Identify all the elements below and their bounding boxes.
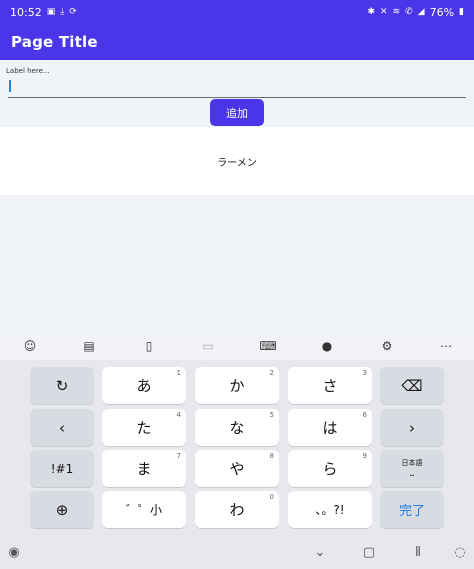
space-icon: ⎵ [410,467,414,478]
key-label: あ [136,377,152,395]
key-hint: 6 [362,411,367,419]
wifi-icon: ≋ [392,6,401,17]
status-left: 10:52 ▣ ⤓ ⟳ [10,6,77,19]
key-label: ゛゜小 [125,503,162,517]
keyboard-layout-icon[interactable]: ⌨ [258,336,278,356]
mute-icon: ✕ [380,6,388,17]
key-label: た [136,419,152,437]
globe-icon: ⊕ [55,500,69,519]
cursor-left-key[interactable]: ‹ [30,409,94,446]
key-a[interactable]: あ1 [102,367,186,404]
list-item[interactable]: ラーメン [0,127,474,195]
key-label: な [229,419,245,437]
undo-key[interactable]: ↻ [30,367,94,404]
cursor-right-key[interactable]: › [380,409,444,446]
download-icon: ⤓ [60,6,65,17]
status-time: 10:52 [10,5,42,19]
keyboard-switch-icon[interactable]: ◉ [5,543,23,561]
key-hint: 5 [269,411,274,419]
input-area: Label here... 追加 [0,60,474,127]
key-hint: 7 [176,452,181,460]
globe-key[interactable]: ⊕ [30,491,94,528]
hide-keyboard-icon[interactable]: ⌄ [311,543,329,561]
cursor-left-icon: ‹ [59,418,65,437]
backspace-key[interactable]: ⌫ [380,367,444,404]
sticker-icon[interactable]: ▤ [79,336,99,356]
keyboard-toolbar: ☺ ▤ ▯ ▭ ⌨ ● ⚙ ⋯ [0,332,474,360]
more-icon[interactable]: ⋯ [436,336,456,356]
key-hint: 0 [269,493,274,501]
done-key[interactable]: 完了 [380,491,444,528]
key-na[interactable]: な5 [195,409,279,446]
text-input[interactable] [8,78,466,98]
app-bar: Page Title [0,24,474,60]
key-hint: 8 [269,452,274,460]
recents-icon[interactable]: ⦀ [409,543,427,561]
key-ka[interactable]: か2 [195,367,279,404]
sync-off-icon: ⟳ [69,6,77,17]
key-hint: 1 [176,369,181,377]
language-label: 日本語 [401,458,423,467]
key-label: や [229,460,245,478]
key-hint: 9 [362,452,367,460]
undo-icon: ↻ [55,376,69,395]
key-label: 、。?! [315,503,345,517]
empty-area [0,195,474,332]
language-space-key[interactable]: 日本語 ⎵ [380,450,444,487]
bluetooth-icon: ✱ [367,6,376,17]
key-dakuten[interactable]: ゛゜小 [102,491,186,528]
signal-icon: ◢ [417,6,425,17]
key-label: さ [322,377,338,395]
key-label: ら [322,460,338,478]
key-ra[interactable]: ら9 [288,450,372,487]
home-icon[interactable]: ▢ [360,543,378,561]
key-label: か [229,377,245,395]
page-title: Page Title [11,33,98,51]
symbols-key[interactable]: !#1 [30,450,94,487]
status-bar: 10:52 ▣ ⤓ ⟳ ✱ ✕ ≋ ✆ ◢ 76% ▮ [0,0,474,24]
key-label: わ [229,501,245,519]
key-sa[interactable]: さ3 [288,367,372,404]
backspace-icon: ⌫ [401,376,423,395]
key-ta[interactable]: た4 [102,409,186,446]
key-ma[interactable]: ま7 [102,450,186,487]
handwriting-icon[interactable]: ▭ [198,336,218,356]
done-label: 完了 [398,504,425,519]
key-hint: 4 [176,411,181,419]
key-ha[interactable]: は6 [288,409,372,446]
key-ya[interactable]: や8 [195,450,279,487]
cursor-right-icon: › [409,418,415,437]
symbols-label: !#1 [50,461,74,476]
key-punctuation[interactable]: 、。?! [288,491,372,528]
key-hint: 3 [362,369,367,377]
item-list: ラーメン [0,127,474,195]
key-wa[interactable]: わ0 [195,491,279,528]
battery-icon: ▮ [459,6,464,17]
microphone-icon[interactable]: ● [317,336,337,356]
accessibility-icon[interactable]: ◌ [451,543,469,561]
battery-percent: 76% [429,5,455,19]
call-icon: ✆ [405,6,413,17]
input-label: Label here... [6,67,50,75]
add-button[interactable]: 追加 [210,99,264,126]
key-hint: 2 [269,369,274,377]
status-right: ✱ ✕ ≋ ✆ ◢ 76% ▮ [367,6,464,19]
settings-icon[interactable]: ⚙ [377,336,397,356]
key-label: ま [136,460,152,478]
clipboard-icon[interactable]: ▯ [139,336,159,356]
key-label: は [322,419,338,437]
emoji-icon[interactable]: ☺ [20,336,40,356]
image-icon: ▣ [46,6,56,17]
keyboard: ↻ あ1 か2 さ3 ⌫ ‹ た4 な5 は6 › !#1 ま7 や8 ら9 日… [0,360,474,535]
nav-bar: ◉ ⌄ ▢ ⦀ ◌ [0,535,474,569]
text-cursor [9,80,11,92]
